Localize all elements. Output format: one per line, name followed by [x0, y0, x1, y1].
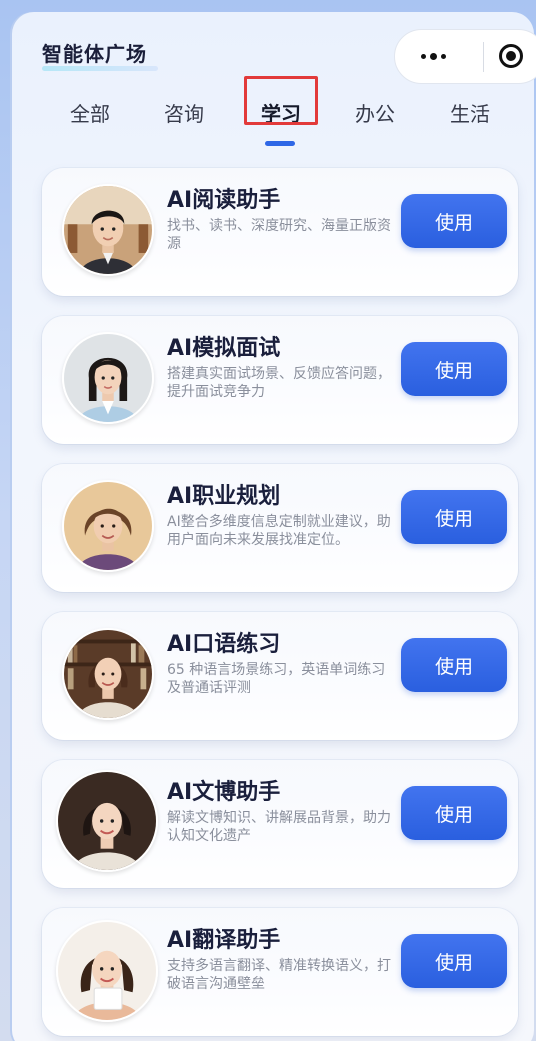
- more-dots-icon[interactable]: [395, 30, 471, 83]
- active-tab-indicator: [265, 141, 295, 146]
- young-woman-avatar: [62, 332, 154, 424]
- use-button[interactable]: 使用: [401, 342, 507, 396]
- title-underline: [42, 66, 158, 71]
- use-button[interactable]: 使用: [401, 638, 507, 692]
- tab-consult[interactable]: 咨询: [144, 98, 224, 127]
- library-woman-avatar: [62, 628, 154, 720]
- page-title: 智能体广场: [42, 42, 147, 66]
- agent-description: 65 种语言场景练习，英语单词练习及普通话评测: [167, 662, 386, 696]
- target-circle-icon[interactable]: [499, 44, 523, 68]
- agent-card-speaking[interactable]: AI口语练习 65 种语言场景练习，英语单词练习及普通话评测 使用: [42, 612, 518, 740]
- phone-screen: 智能体广场 全部 咨询 学习 办公 生活 AI阅读助手 找书、读书、深度研究、海…: [12, 12, 536, 1041]
- mini-program-capsule: [394, 29, 536, 84]
- agent-card-translation[interactable]: AI翻译助手 支持多语言翻译、精准转换语义，打破语言沟通壁垒 使用: [42, 908, 518, 1036]
- agent-description: 搭建真实面试场景、反馈应答问题，提升面试竞争力: [167, 366, 391, 400]
- use-button[interactable]: 使用: [401, 786, 507, 840]
- use-button[interactable]: 使用: [401, 194, 507, 248]
- museum-guide-avatar: [56, 770, 158, 872]
- agent-card-career[interactable]: AI职业规划 AI整合多维度信息定制就业建议，助用户面向未来发展找准定位。 使用: [42, 464, 518, 592]
- translator-woman-avatar: [56, 920, 158, 1022]
- agent-title: AI职业规划: [167, 484, 281, 509]
- agent-description: 支持多语言翻译、精准转换语义，打破语言沟通壁垒: [167, 958, 391, 992]
- agent-description: 找书、读书、深度研究、海量正版资源: [167, 218, 391, 252]
- agent-description: 解读文博知识、讲解展品背景，助力认知文化遗产: [167, 810, 391, 844]
- tab-all[interactable]: 全部: [50, 98, 130, 127]
- active-tab-highlight-box: [244, 76, 318, 125]
- agent-description: AI整合多维度信息定制就业建议，助用户面向未来发展找准定位。: [167, 514, 391, 548]
- woman-advisor-avatar: [62, 480, 154, 572]
- agent-title: AI文博助手: [167, 780, 281, 805]
- agent-title: AI阅读助手: [167, 188, 281, 213]
- use-button[interactable]: 使用: [401, 490, 507, 544]
- agent-title: AI翻译助手: [167, 928, 281, 953]
- tab-life[interactable]: 生活: [430, 98, 510, 127]
- use-button[interactable]: 使用: [401, 934, 507, 988]
- agent-title: AI模拟面试: [167, 336, 281, 361]
- tab-office[interactable]: 办公: [335, 98, 415, 127]
- agent-title: AI口语练习: [167, 632, 281, 657]
- young-man-avatar: [62, 184, 154, 276]
- capsule-divider: [483, 42, 484, 72]
- agent-card-museum[interactable]: AI文博助手 解读文博知识、讲解展品背景，助力认知文化遗产 使用: [42, 760, 518, 888]
- agent-card-reading[interactable]: AI阅读助手 找书、读书、深度研究、海量正版资源 使用: [42, 168, 518, 296]
- agent-card-interview[interactable]: AI模拟面试 搭建真实面试场景、反馈应答问题，提升面试竞争力 使用: [42, 316, 518, 444]
